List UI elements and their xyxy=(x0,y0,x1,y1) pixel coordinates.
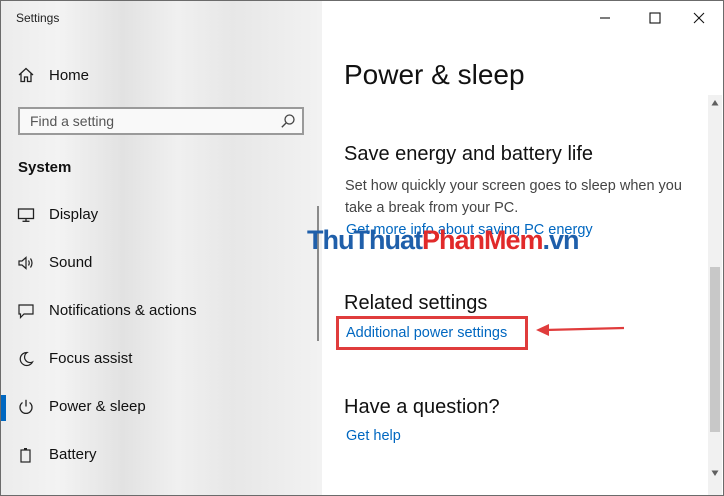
red-arrow-icon xyxy=(536,324,625,336)
watermark: ThuThuatPhanMem.vn xyxy=(307,225,580,255)
question-heading: Have a question? xyxy=(344,396,500,418)
page-title: Power & sleep xyxy=(344,59,525,90)
sidebar-item-label: Power & sleep xyxy=(49,398,146,415)
section-label-system: System xyxy=(18,159,72,176)
notification-icon xyxy=(18,304,34,319)
home-icon xyxy=(18,67,34,83)
scroll-up-icon[interactable] xyxy=(711,99,719,107)
save-energy-description: Set how quickly your screen goes to slee… xyxy=(345,178,682,216)
scroll-down-icon[interactable] xyxy=(711,469,719,477)
search-box[interactable] xyxy=(18,107,304,135)
sidebar-item-label: Display xyxy=(49,206,99,223)
settings-window: Settings Home System Display xyxy=(0,0,724,496)
additional-power-settings-link[interactable]: Additional power settings xyxy=(346,325,507,341)
content-scrollbar[interactable] xyxy=(708,95,722,495)
sidebar-item-label: Notifications & actions xyxy=(49,302,197,319)
display-icon xyxy=(17,208,35,222)
save-energy-heading: Save energy and battery life xyxy=(344,143,594,165)
sidebar-item-label: Sound xyxy=(49,254,93,271)
moon-icon xyxy=(19,351,34,367)
nav-home-label: Home xyxy=(49,66,90,84)
sidebar-item-notifications[interactable]: Notifications & actions xyxy=(1,291,319,331)
sidebar-item-focus-assist[interactable]: Focus assist xyxy=(1,339,319,379)
sidebar-item-sound[interactable]: Sound xyxy=(1,243,319,283)
power-icon xyxy=(19,399,33,414)
minimize-icon[interactable] xyxy=(590,5,620,31)
maximize-icon[interactable] xyxy=(640,5,670,31)
scroll-thumb[interactable] xyxy=(710,267,720,432)
sidebar-item-label: Battery xyxy=(49,446,97,463)
search-input[interactable] xyxy=(20,109,280,133)
content-pane: Power & sleep Save energy and battery li… xyxy=(307,1,723,495)
related-settings-heading: Related settings xyxy=(344,292,488,314)
sidebar: Settings Home System Display xyxy=(1,1,322,495)
app-title: Settings xyxy=(16,11,60,25)
sidebar-item-power-sleep[interactable]: Power & sleep xyxy=(1,387,319,427)
speaker-icon xyxy=(18,256,33,270)
sidebar-item-label: Focus assist xyxy=(49,350,133,367)
search-icon[interactable] xyxy=(280,113,296,129)
nav-home[interactable]: Home xyxy=(17,63,89,87)
active-indicator xyxy=(1,395,6,421)
close-icon[interactable] xyxy=(684,5,714,31)
get-help-link[interactable]: Get help xyxy=(346,428,401,444)
sidebar-item-battery[interactable]: Battery xyxy=(1,435,319,475)
battery-icon xyxy=(20,448,31,463)
sidebar-item-display[interactable]: Display xyxy=(1,195,319,235)
